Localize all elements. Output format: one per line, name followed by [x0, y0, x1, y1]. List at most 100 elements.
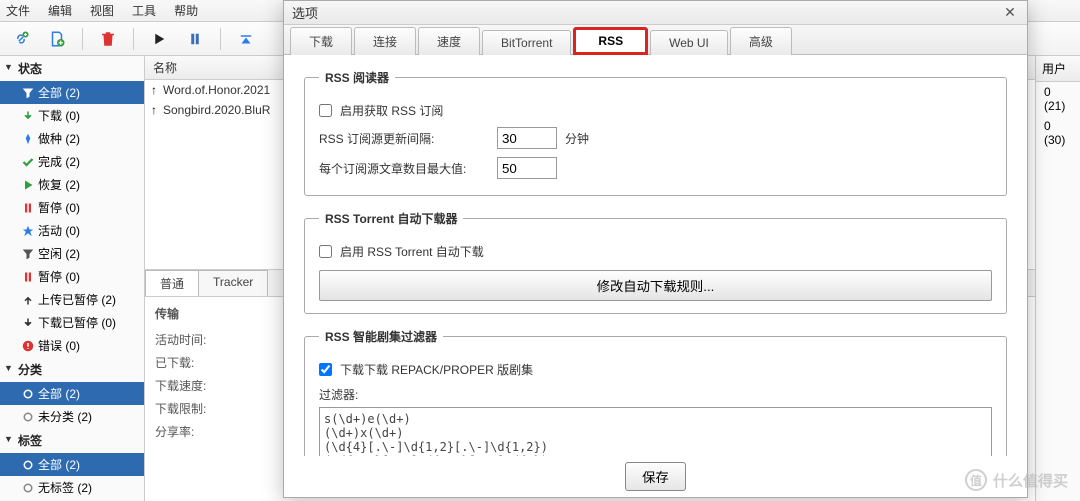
torrent-name: Word.of.Honor.2021: [163, 83, 270, 97]
sidebar-item-label: 做种 (2): [38, 130, 80, 147]
sidebar-head-tag[interactable]: 标签: [0, 428, 144, 453]
close-icon[interactable]: ✕: [1001, 4, 1019, 21]
options-tab-bittorrent[interactable]: BitTorrent: [482, 30, 571, 55]
enable-rss-label: 启用获取 RSS 订阅: [340, 102, 443, 119]
sidebar-status-item[interactable]: 上传已暂停 (2): [0, 288, 144, 311]
sidebar-item-label: 恢复 (2): [38, 176, 80, 193]
sidebar-item-label: 下载 (0): [38, 107, 80, 124]
options-tab-web ui[interactable]: Web UI: [650, 30, 728, 55]
resume-icon: [22, 179, 34, 191]
stat-label: 活动时间:: [155, 331, 235, 348]
sidebar: 状态 全部 (2) 下载 (0) 做种 (2) 完成 (2) 恢复 (2) 暂停 (0) 活…: [0, 56, 145, 501]
peer-count-row: 0 (21): [1036, 82, 1080, 116]
sidebar-category-item[interactable]: 全部 (2): [0, 382, 144, 405]
edit-rules-button[interactable]: 修改自动下载规则...: [319, 270, 992, 301]
options-tab-rss[interactable]: RSS: [573, 27, 648, 55]
sidebar-status-item[interactable]: 下载 (0): [0, 104, 144, 127]
stat-label: 下载限制:: [155, 400, 235, 417]
repack-proper-checkbox[interactable]: [319, 363, 332, 376]
rss-torrent-legend: RSS Torrent 自动下载器: [319, 210, 463, 227]
sidebar-tag-item[interactable]: 全部 (2): [0, 453, 144, 476]
rss-max-input[interactable]: [497, 157, 557, 179]
tab-tracker[interactable]: Tracker: [198, 270, 268, 296]
pause-button[interactable]: [180, 25, 210, 53]
options-tab-高级[interactable]: 高级: [730, 27, 792, 55]
sidebar-status-item[interactable]: 下载已暂停 (0): [0, 311, 144, 334]
sidebar-item-label: 暂停 (0): [38, 199, 80, 216]
save-button[interactable]: 保存: [625, 462, 686, 491]
options-tab-下载[interactable]: 下载: [290, 27, 352, 55]
sidebar-head-status[interactable]: 状态: [0, 56, 144, 81]
add-file-button[interactable]: [42, 25, 72, 53]
rss-filter-group: RSS 智能剧集过滤器 下载下载 REPACK/PROPER 版剧集 过滤器: …: [304, 328, 1007, 456]
sidebar-item-label: 暂停 (0): [38, 268, 80, 285]
options-tab-连接[interactable]: 连接: [354, 27, 416, 55]
sidebar-status-item[interactable]: 暂停 (0): [0, 196, 144, 219]
enable-rss-checkbox[interactable]: [319, 104, 332, 117]
sidebar-status-item[interactable]: 做种 (2): [0, 127, 144, 150]
top-priority-button[interactable]: [231, 25, 261, 53]
stat-label: 分享率:: [155, 423, 235, 440]
rss-interval-input[interactable]: [497, 127, 557, 149]
menu-view[interactable]: 视图: [90, 2, 114, 19]
pause-icon: [22, 202, 34, 214]
sidebar-item-label: 上传已暂停 (2): [38, 291, 116, 308]
sidebar-category-item[interactable]: 未分类 (2): [0, 405, 144, 428]
options-tab-速度[interactable]: 速度: [418, 27, 480, 55]
check-icon: [22, 156, 34, 168]
circle-icon: [22, 482, 34, 494]
rss-interval-label: RSS 订阅源更新间隔:: [319, 130, 489, 147]
enable-rss-torrent-checkbox[interactable]: [319, 245, 332, 258]
right-panel: 用户 0 (21) 0 (30): [1035, 56, 1080, 501]
resume-button[interactable]: [144, 25, 174, 53]
menu-help[interactable]: 帮助: [174, 2, 198, 19]
sidebar-status-item[interactable]: 活动 (0): [0, 219, 144, 242]
circle-icon: [22, 388, 34, 400]
sidebar-item-label: 全部 (2): [38, 385, 80, 402]
up-icon: [22, 294, 34, 306]
sidebar-item-label: 活动 (0): [38, 222, 80, 239]
rss-torrent-group: RSS Torrent 自动下载器 启用 RSS Torrent 自动下载 修改…: [304, 210, 1007, 314]
down-icon: [22, 317, 34, 329]
repack-proper-label: 下载下载 REPACK/PROPER 版剧集: [340, 361, 533, 378]
error-icon: [22, 340, 34, 352]
sidebar-item-label: 完成 (2): [38, 153, 80, 170]
down-icon: [22, 110, 34, 122]
rss-reader-group: RSS 阅读器 启用获取 RSS 订阅 RSS 订阅源更新间隔: 分钟 每个订阅…: [304, 69, 1007, 196]
rss-max-label: 每个订阅源文章数目最大值:: [319, 160, 489, 177]
pause-icon: [22, 271, 34, 283]
dialog-body: RSS 阅读器 启用获取 RSS 订阅 RSS 订阅源更新间隔: 分钟 每个订阅…: [284, 55, 1027, 456]
tab-general[interactable]: 普通: [145, 270, 199, 296]
menu-file[interactable]: 文件: [6, 2, 30, 19]
rss-interval-unit: 分钟: [565, 130, 589, 147]
active-icon: [22, 225, 34, 237]
sidebar-status-item[interactable]: 错误 (0): [0, 334, 144, 357]
upload-arrow-icon: ↑: [151, 103, 157, 117]
stat-label: 下载速度:: [155, 377, 235, 394]
sidebar-head-category[interactable]: 分类: [0, 357, 144, 382]
upload-arrow-icon: ↑: [151, 83, 157, 97]
sidebar-tag-item[interactable]: 无标签 (2): [0, 476, 144, 499]
sidebar-status-item[interactable]: 恢复 (2): [0, 173, 144, 196]
rss-reader-legend: RSS 阅读器: [319, 69, 395, 86]
filter-textarea[interactable]: s(\d+)e(\d+) (\d+)x(\d+) (\d{4}[.\-]\d{1…: [319, 407, 992, 456]
sidebar-status-item[interactable]: 空闲 (2): [0, 242, 144, 265]
dialog-titlebar: 选项 ✕: [284, 1, 1027, 25]
sidebar-status-item[interactable]: 完成 (2): [0, 150, 144, 173]
delete-button[interactable]: [93, 25, 123, 53]
sidebar-status-item[interactable]: 暂停 (0): [0, 265, 144, 288]
seed-icon: [22, 133, 34, 145]
stat-label: 已下载:: [155, 354, 235, 371]
menu-edit[interactable]: 编辑: [48, 2, 72, 19]
sidebar-status-item[interactable]: 全部 (2): [0, 81, 144, 104]
sidebar-item-label: 全部 (2): [38, 84, 80, 101]
add-link-button[interactable]: [6, 25, 36, 53]
circle-icon: [22, 411, 34, 423]
sidebar-item-label: 下载已暂停 (0): [38, 314, 116, 331]
column-header-user[interactable]: 用户: [1036, 56, 1080, 82]
dialog-tabs: 下载连接速度BitTorrentRSSWeb UI高级: [284, 25, 1027, 55]
rss-filter-legend: RSS 智能剧集过滤器: [319, 328, 443, 345]
menu-tools[interactable]: 工具: [132, 2, 156, 19]
sidebar-item-label: 空闲 (2): [38, 245, 80, 262]
sidebar-item-label: 全部 (2): [38, 456, 80, 473]
